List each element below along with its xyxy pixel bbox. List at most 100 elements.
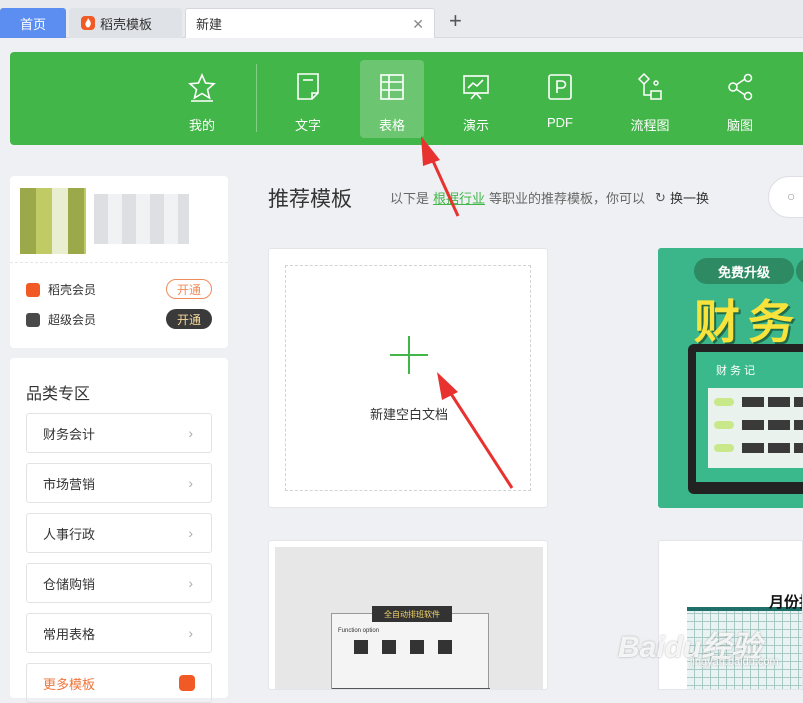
tool-mindmap-label: 脑图 xyxy=(726,118,753,133)
account-card: 稻壳会员 开通 超级会员 开通 xyxy=(10,176,228,348)
chevron-right-icon: › xyxy=(188,625,193,641)
tab-home-label: 首页 xyxy=(19,16,46,32)
chevron-right-icon: › xyxy=(188,475,193,491)
blank-card-dashed-area: 新建空白文档 xyxy=(285,265,531,491)
category-item[interactable]: 财务会计 › xyxy=(26,413,212,453)
super-member-row: 超级会员 xyxy=(26,311,96,328)
account-divider xyxy=(10,262,228,263)
tool-mindmap[interactable]: 脑图 xyxy=(708,60,772,138)
tool-pdf[interactable]: PDF xyxy=(528,60,592,138)
tool-presentation-label: 演示 xyxy=(462,118,489,133)
sheet-cell xyxy=(768,397,790,407)
daoke-member-row: 稻壳会员 xyxy=(26,281,96,298)
plus-icon-bar xyxy=(390,354,428,356)
schedule-template-card[interactable]: 全自动排班软件 Function option xyxy=(268,540,548,690)
chevron-right-icon: › xyxy=(188,425,193,441)
category-label: 仓储购销 xyxy=(43,576,96,592)
avatar[interactable] xyxy=(20,188,86,254)
month-template-title: 月份排 xyxy=(769,594,802,611)
tool-icon xyxy=(438,640,452,654)
gear-icon xyxy=(354,640,368,654)
tab-new[interactable]: 新建 ✕ xyxy=(185,8,435,38)
star-icon xyxy=(188,73,216,102)
recommend-description: 以下是 根据行业 等职业的推荐模板，你可以 ↻ 换一换 xyxy=(390,188,709,207)
recommended-title: 推荐模板 xyxy=(268,188,352,211)
category-label: 市场营销 xyxy=(43,476,96,492)
desc-prefix: 以下是 xyxy=(390,191,430,206)
refresh-button[interactable]: ↻ 换一换 xyxy=(655,188,709,207)
category-label: 财务会计 xyxy=(43,426,96,442)
tool-pdf-label: PDF xyxy=(547,115,573,130)
schedule-icon xyxy=(410,640,424,654)
laptop-screen: 财务记 xyxy=(696,352,803,482)
sheet-cell xyxy=(794,443,803,453)
daoke-member-label: 稻壳会员 xyxy=(48,283,97,297)
function-option-label: Function option xyxy=(338,628,380,634)
finance-template-card[interactable]: 免费升级 财务 财务记 xyxy=(658,248,803,508)
desc-suffix: 等职业的推荐模板，你可以 xyxy=(489,191,646,206)
refresh-label: 换一换 xyxy=(669,191,709,206)
tab-daoke-label: 稻壳模板 xyxy=(100,16,153,32)
schedule-header: 全自动排班软件 xyxy=(372,606,452,622)
username-blurred xyxy=(94,194,189,244)
baidu-watermark-url: jingyan.baidu.com xyxy=(690,656,779,668)
new-document-toolbar: 我的 文字 表格 演示 PDF 流程图 脑图 xyxy=(10,52,803,145)
super-member-label: 超级会员 xyxy=(48,313,97,327)
category-title: 品类专区 xyxy=(26,386,91,403)
new-blank-document-card[interactable]: 新建空白文档 xyxy=(268,248,548,508)
finance-screen-title: 财务记 xyxy=(716,365,758,377)
sheet-tag xyxy=(714,444,734,452)
refresh-icon: ↻ xyxy=(655,189,666,205)
tool-flowchart[interactable]: 流程图 xyxy=(618,60,682,138)
more-templates-button[interactable]: 更多模板 xyxy=(26,663,212,703)
industry-link[interactable]: 根据行业 xyxy=(433,188,485,207)
pdf-icon xyxy=(548,74,572,100)
daoke-member-icon xyxy=(26,282,40,297)
sheet-cell xyxy=(742,420,764,430)
tool-my[interactable]: 我的 xyxy=(170,60,234,138)
daoke-open-button[interactable]: 开通 xyxy=(166,279,212,299)
tab-home[interactable]: 首页 xyxy=(0,8,66,38)
add-tab-icon[interactable]: + xyxy=(449,9,462,33)
schedule-window: 全自动排班软件 Function option xyxy=(331,606,490,689)
sheet-cell xyxy=(742,443,764,453)
category-item[interactable]: 市场营销 › xyxy=(26,463,212,503)
free-upgrade-badge: 免费升级 xyxy=(694,258,794,284)
spreadsheet-icon xyxy=(380,74,404,100)
tool-spreadsheet[interactable]: 表格 xyxy=(360,60,424,138)
tool-spreadsheet-label: 表格 xyxy=(378,118,405,133)
new-blank-label: 新建空白文档 xyxy=(369,407,448,422)
chevron-right-icon: › xyxy=(188,525,193,541)
super-member-icon xyxy=(26,312,40,327)
search-icon: ○ xyxy=(787,188,796,204)
chevron-right-icon: › xyxy=(188,575,193,591)
toolbar-divider xyxy=(256,64,257,132)
sheet-cell xyxy=(768,420,790,430)
search-input[interactable]: ○ xyxy=(768,176,803,218)
tab-bar: 首页 稻壳模板 新建 ✕ + xyxy=(0,0,803,38)
sheet-tag xyxy=(714,421,734,429)
sheet-cell xyxy=(794,420,803,430)
tab-daoke-templates[interactable]: 稻壳模板 xyxy=(69,8,182,38)
daoke-logo-icon xyxy=(81,16,95,30)
laptop-illustration: 财务记 xyxy=(688,344,803,494)
category-item[interactable]: 人事行政 › xyxy=(26,513,212,553)
tab-new-label: 新建 xyxy=(196,17,223,32)
sheet-tag xyxy=(714,398,734,406)
tool-writer[interactable]: 文字 xyxy=(276,60,340,138)
tool-writer-label: 文字 xyxy=(294,118,321,133)
tool-my-label: 我的 xyxy=(188,118,215,133)
tool-presentation[interactable]: 演示 xyxy=(444,60,508,138)
sheet-cell xyxy=(742,397,764,407)
category-item[interactable]: 仓储购销 › xyxy=(26,563,212,603)
tool-flowchart-label: 流程图 xyxy=(630,118,670,133)
schedule-preview: 全自动排班软件 Function option xyxy=(275,547,543,689)
staff-icon xyxy=(382,640,396,654)
finance-pill-extra xyxy=(796,258,803,284)
flowchart-icon xyxy=(637,72,662,100)
sheet-cell xyxy=(768,443,790,453)
super-open-button[interactable]: 开通 xyxy=(166,309,212,329)
category-item[interactable]: 常用表格 › xyxy=(26,613,212,653)
tab-close-icon[interactable]: ✕ xyxy=(412,16,424,33)
schedule-status-bar xyxy=(332,688,490,689)
